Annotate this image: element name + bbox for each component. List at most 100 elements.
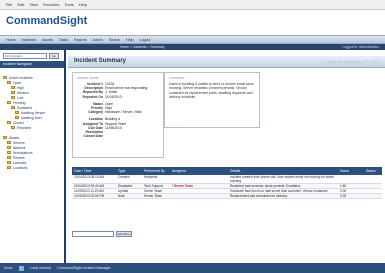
page-date: Thursday, November 07, 2013 [325,59,379,64]
table-cell [364,184,382,188]
menu-edit[interactable]: Edit [17,2,24,7]
table-cell: Hardware fault found on mail server disk… [230,189,329,193]
breadcrumb: Home > Incidents > Summary [120,45,165,49]
status-bar: Done Local intranet CommandSight Inciden… [0,263,385,273]
folder-icon [7,146,11,149]
folder-icon [11,126,15,129]
folder-icon [11,96,15,99]
tree-item-label: Network [13,145,26,150]
table-cell: Restarted mail services, issue persists.… [230,184,301,188]
folder-icon [7,151,11,154]
tree-item-label: Workstations [13,150,33,155]
folder-icon [3,136,7,139]
col-performed-by[interactable]: Performed By [142,169,170,173]
menu-favorites[interactable]: Favorites [43,2,59,7]
tree-item-label: Awaiting Vendor [21,110,46,115]
user-info: Logged in: Administrator [342,45,379,49]
add-entry-button[interactable]: Add Entry [116,231,132,237]
nav-home[interactable]: Home [6,38,16,42]
nav-logout[interactable]: Logout [140,38,151,42]
sidebar-search-input[interactable]: Find incident... [3,53,47,59]
zone-icon [18,265,24,271]
table-cell: Server Team [144,189,163,193]
table-cell: Escalated [118,184,132,188]
tree-item-label: Locations [13,165,28,170]
field-label: Closed Date [83,134,103,139]
table-cell [170,189,228,193]
folder-icon [7,156,11,159]
tree-item-label: Licenses [13,160,27,165]
tree-item[interactable]: Locations [3,165,61,170]
folder-icon [11,91,15,94]
folder-icon [11,106,15,109]
sidebar-tree: Active Incidents Open High Medium Low Pending… [0,72,64,173]
field-value: Hardware / Server / Mail [105,110,142,115]
details-caption: Incident Details [77,76,99,80]
sidebar-search-button[interactable]: Go [49,53,59,59]
folder-icon [11,86,15,89]
tree-item-label: Pending [13,100,26,105]
col-status[interactable]: Status [364,169,382,173]
tree-item-label: Assets [9,135,20,140]
table-cell: Incident created from phone call. User r… [230,175,334,183]
table-cell: Tech Support [144,184,163,188]
table-cell: Update [118,189,129,193]
tree-item-label: Open [13,80,22,85]
table-cell: Helpdesk [144,175,158,179]
table-cell: 0.25 [340,194,347,198]
table-cell [170,175,228,183]
folder-icon [3,76,7,79]
field-value: 11/08/2013 [105,125,122,130]
tree-item-label: Low [17,95,24,100]
menu-help[interactable]: Help [79,2,87,7]
nav-assets[interactable]: Assets [42,38,53,42]
col-type[interactable]: Type [116,169,142,173]
comments-caption: Comments [169,76,185,80]
col-details[interactable]: Details [228,169,338,173]
table-cell: 11/06/2013 02:05 PM [74,194,105,198]
sidebar-header: Incident Navigator [0,61,64,68]
status-zone: Local intranet [29,266,52,270]
header: CommandSight [0,11,385,35]
field-label: Reported On [82,94,103,99]
table-row[interactable]: 11/04/2013 08:15 AM Created Helpdesk Incide… [72,175,382,184]
add-entry-input[interactable] [72,231,114,237]
folder-icon [7,81,11,84]
nav-search[interactable]: Search [109,38,120,42]
activity-table: Date / Time Type Performed By Assigned D… [72,167,382,199]
tree-item-label: Awaiting User [21,115,42,120]
folder-icon [7,141,11,144]
menu-tools[interactable]: Tools [64,2,73,7]
col-date[interactable]: Date / Time [72,169,116,173]
main-content: Incident Summary Thursday, November 07, … [68,50,385,263]
table-cell: 11/04/2013 09:40 AM [74,184,105,188]
detail-field: Closed Date [77,134,159,138]
app-logo[interactable]: CommandSight [6,15,87,27]
nav-tasks[interactable]: Tasks [59,38,68,42]
browser-menu-bar: File Edit View Favorites Tools Help [0,0,385,10]
menu-file[interactable]: File [6,2,12,7]
add-entry-row: Add Entry [72,231,132,237]
table-cell [170,194,228,198]
nav-help[interactable]: Help [126,38,133,42]
col-hours[interactable]: Hours [338,169,364,173]
col-assigned[interactable]: Assigned [170,169,228,173]
table-cell: 11/04/2013 08:15 AM [74,175,105,179]
status-right: CommandSight Incident Manager [57,266,111,270]
tree-item-label: Resolved [17,125,32,130]
tree-item-label: Medium [17,90,30,95]
menu-view[interactable]: View [29,2,38,7]
main-nav: Home Incidents Assets Tasks Reports Admi… [0,35,385,44]
comments-text: Users in building A unable to send or re… [169,82,254,100]
nav-incidents[interactable]: Incidents [22,38,36,42]
sidebar-search-area: Find incident... Go Incident Navigator [0,50,64,72]
folder-icon [15,111,19,114]
nav-admin[interactable]: Admin [93,38,103,42]
table-row[interactable]: 11/06/2013 02:05 PM Note Server Team Replac… [72,194,382,199]
table-cell: Note [118,194,125,198]
incident-details-panel: Incident Details Incident #10234 Descript… [72,72,164,158]
table-cell: Created [118,175,130,179]
nav-reports[interactable]: Reports [74,38,87,42]
table-cell: ! Server Team [172,184,193,188]
folder-icon [7,121,11,124]
